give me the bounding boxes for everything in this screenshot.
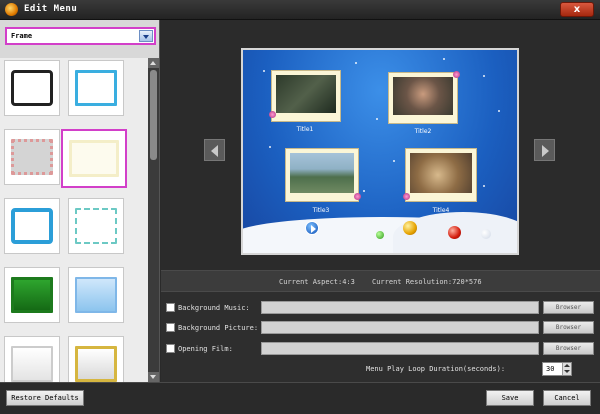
flower-decoration-icon (354, 193, 361, 200)
frame-thumb-3[interactable] (4, 129, 60, 185)
title-bar: Edit Menu x (0, 0, 600, 20)
dropdown-value: Frame (11, 32, 33, 40)
frame-thumb-5[interactable] (4, 198, 60, 254)
sparkle (263, 70, 265, 72)
background-picture-row: Background Picture: Browser (161, 321, 600, 335)
menu-preview-canvas: Title1 Title2 Title3 Title4 (241, 48, 519, 255)
status-bar: Current Aspect:4:3 Current Resolution:72… (161, 270, 600, 292)
close-button[interactable]: x (560, 2, 594, 17)
cancel-button[interactable]: Cancel (543, 390, 591, 406)
title4-video-thumbnail (410, 153, 472, 193)
frame-thumb-7[interactable] (4, 267, 60, 323)
snowman-icon (481, 229, 491, 239)
frame-type-dropdown[interactable]: Frame (5, 27, 156, 45)
title2-thumbnail-frame[interactable] (388, 71, 460, 124)
title3-thumbnail-frame[interactable] (285, 148, 361, 202)
title1-thumbnail-frame[interactable] (269, 70, 341, 122)
frame-preview-icon (11, 70, 53, 106)
background-picture-checkbox[interactable] (166, 323, 175, 332)
frame-preview-icon (69, 140, 119, 177)
play-icon[interactable] (305, 221, 319, 235)
title3-label[interactable]: Title3 (291, 207, 351, 214)
sparkle (376, 118, 378, 120)
frame-preview-icon (75, 277, 117, 313)
flower-decoration-icon (453, 71, 460, 78)
frame-thumb-10[interactable] (68, 336, 124, 382)
sparkle (443, 58, 445, 60)
next-page-arrow-icon[interactable] (534, 139, 555, 161)
window-title: Edit Menu (24, 4, 78, 14)
opening-film-checkbox[interactable] (166, 344, 175, 353)
app-logo-icon (5, 3, 18, 16)
dialog-footer: Restore Defaults Save Cancel (0, 382, 600, 414)
frame-thumb-1[interactable] (4, 60, 60, 116)
opening-film-browse-button[interactable]: Browser (543, 342, 594, 355)
frame-preview-icon (11, 208, 53, 244)
stepper-arrows-icon[interactable] (562, 363, 571, 375)
thumbnail-scrollbar[interactable] (148, 58, 159, 382)
ornament-ball-icon (448, 226, 461, 239)
sparkle (483, 185, 485, 187)
chevron-down-icon[interactable] (139, 30, 153, 42)
background-music-browse-button[interactable]: Browser (543, 301, 594, 314)
frame-thumbnail-list (0, 58, 148, 382)
ornament-ball-icon (376, 231, 384, 239)
frame-panel: Frame (0, 20, 160, 382)
title3-video-thumbnail (290, 153, 354, 193)
scroll-down-icon[interactable] (148, 372, 159, 382)
frame-preview-icon (75, 70, 117, 106)
previous-page-arrow-icon[interactable] (204, 139, 225, 161)
flower-decoration-icon (269, 111, 276, 118)
sparkle (355, 62, 357, 64)
sparkle (393, 160, 395, 162)
frame-thumb-2[interactable] (68, 60, 124, 116)
current-resolution-text: Current Resolution:720*576 (372, 278, 482, 286)
title2-label[interactable]: Title2 (393, 128, 453, 135)
title4-thumbnail-frame[interactable] (403, 148, 477, 202)
title1-label[interactable]: Title1 (275, 126, 335, 133)
restore-defaults-button[interactable]: Restore Defaults (6, 390, 84, 406)
opening-film-label: Opening Film: (178, 345, 233, 353)
opening-film-path-field[interactable] (261, 342, 539, 355)
sparkle (363, 190, 365, 192)
save-button[interactable]: Save (486, 390, 534, 406)
frame-preview-icon (11, 346, 53, 382)
title1-video-thumbnail (276, 75, 336, 113)
frame-thumb-9[interactable] (4, 336, 60, 382)
menu-settings-panel: Background Music: Browser Background Pic… (161, 292, 600, 382)
loop-duration-label: Menu Play Loop Duration(seconds): (366, 365, 506, 373)
background-music-row: Background Music: Browser (161, 301, 600, 315)
sparkle (269, 146, 271, 148)
background-picture-browse-button[interactable]: Browser (543, 321, 594, 334)
frame-thumb-6[interactable] (68, 198, 124, 254)
frame-thumb-8[interactable] (68, 267, 124, 323)
title2-video-thumbnail (393, 77, 453, 115)
frame-preview-icon (75, 208, 117, 244)
menu-preview-area: Title1 Title2 Title3 Title4 (161, 20, 600, 270)
loop-duration-value[interactable]: 30 (546, 365, 554, 373)
background-picture-label: Background Picture: (178, 324, 259, 332)
scroll-thumb[interactable] (150, 70, 157, 160)
scroll-up-icon[interactable] (148, 58, 159, 68)
background-music-checkbox[interactable] (166, 303, 175, 312)
background-music-label: Background Music: (178, 304, 250, 312)
sparkle (498, 110, 500, 112)
frame-preview-icon (11, 277, 53, 313)
frame-thumb-4[interactable] (61, 129, 127, 188)
background-picture-path-field[interactable] (261, 321, 539, 334)
frame-preview-icon (75, 346, 117, 382)
ornament-ball-icon (403, 221, 417, 235)
opening-film-row: Opening Film: Browser (161, 342, 600, 356)
loop-duration-stepper[interactable]: 30 (542, 362, 572, 376)
frame-preview-icon (11, 139, 53, 175)
current-aspect-text: Current Aspect:4:3 (279, 278, 355, 286)
background-music-path-field[interactable] (261, 301, 539, 314)
sparkle (483, 75, 485, 77)
flower-decoration-icon (403, 193, 410, 200)
